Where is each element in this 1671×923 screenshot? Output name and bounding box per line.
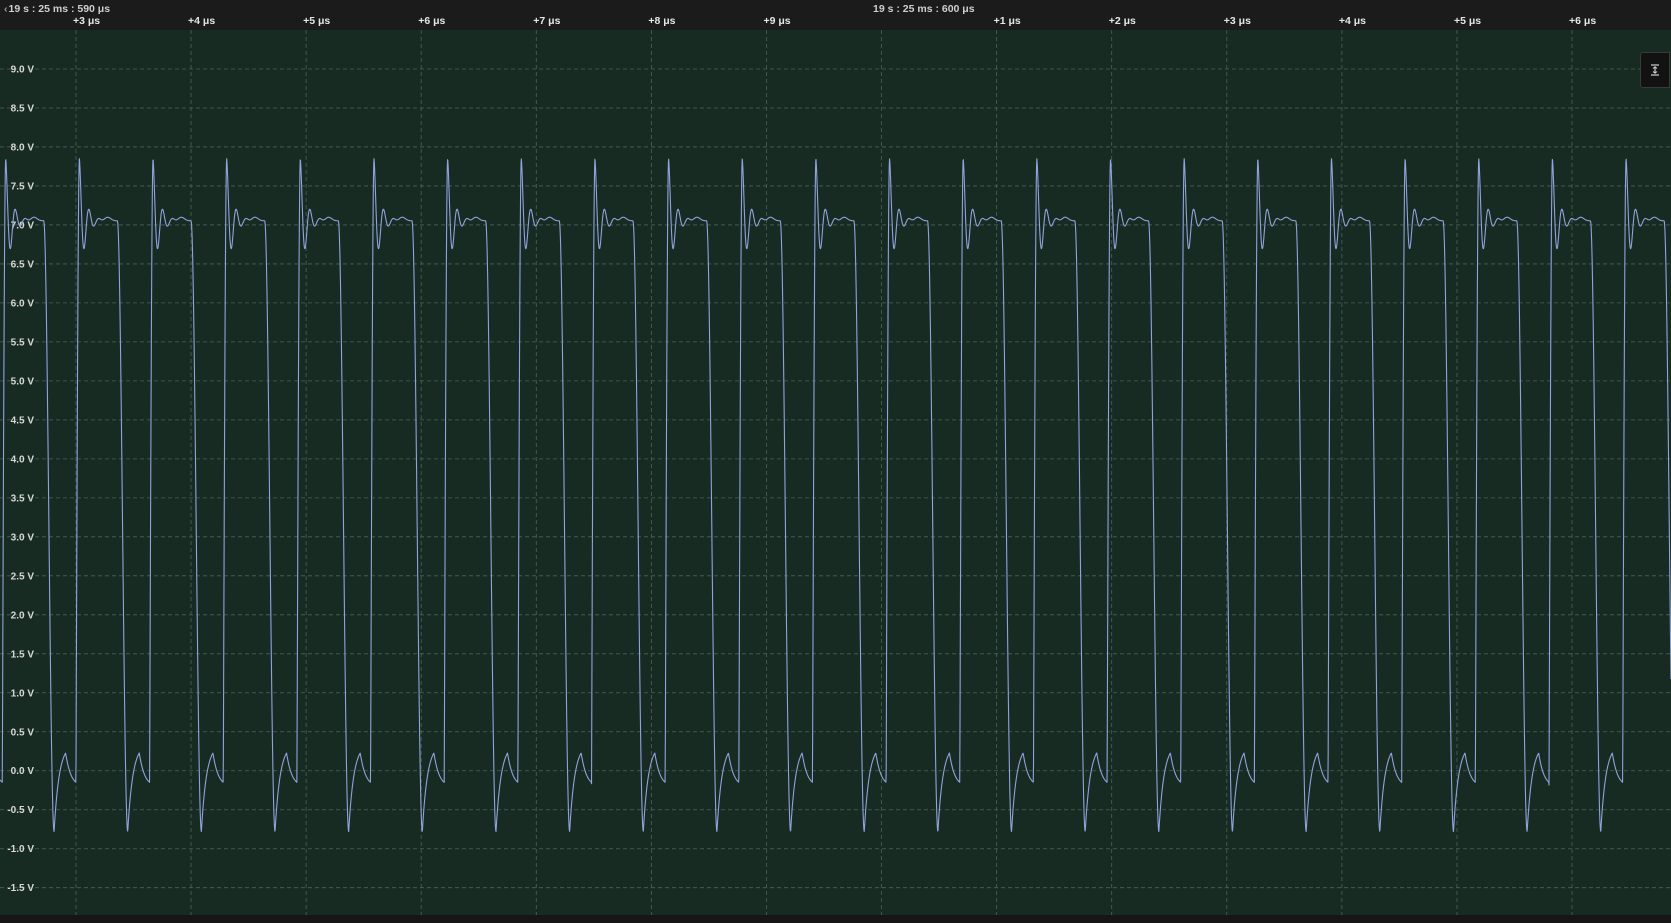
y-tick-label: 0.5 V <box>11 727 35 738</box>
time-tick-label: +1 μs <box>993 15 1021 27</box>
fit-vertical-icon <box>1651 64 1659 76</box>
y-tick-label: 1.0 V <box>11 688 35 699</box>
autoscale-button[interactable] <box>1640 52 1670 88</box>
y-tick-label: 6.0 V <box>11 298 35 309</box>
y-tick-label: 2.5 V <box>11 571 35 582</box>
y-tick-label: -1.5 V <box>7 883 34 894</box>
y-tick-label: 0.0 V <box>11 766 35 777</box>
y-tick-label: 4.0 V <box>11 454 35 465</box>
mid-absolute-time: 19 s : 25 ms : 600 μs <box>873 3 975 15</box>
y-tick-label: 5.0 V <box>11 376 35 387</box>
time-tick-label: +6 μs <box>1569 15 1597 27</box>
y-tick-label: 9.0 V <box>11 64 35 75</box>
time-tick-label: +7 μs <box>533 15 561 27</box>
y-tick-label: 2.0 V <box>11 610 35 621</box>
y-tick-label: 7.5 V <box>11 181 35 192</box>
waveform-plot[interactable]: 9.0 V8.5 V8.0 V7.5 V7.0 V6.5 V6.0 V5.5 V… <box>0 30 1671 915</box>
time-tick-label: +3 μs <box>72 15 101 27</box>
bottom-edge <box>0 915 1671 923</box>
y-tick-label: 8.0 V <box>11 142 35 153</box>
left-arrow-icon: ‹ <box>4 3 8 15</box>
time-tick-label: +5 μs <box>1453 15 1482 27</box>
y-tick-label: 1.5 V <box>11 649 35 660</box>
time-tick-label: +8 μs <box>648 15 676 27</box>
time-tick-label: +2 μs <box>1108 15 1136 27</box>
y-tick-label: 3.5 V <box>11 493 35 504</box>
y-tick-label: 4.5 V <box>11 415 35 426</box>
start-absolute-time: ‹19 s : 25 ms : 590 μs <box>4 3 110 15</box>
time-tick-label: +4 μs <box>1338 15 1367 27</box>
time-tick-label: +5 μs <box>303 15 331 27</box>
y-tick-label: -1.0 V <box>7 844 34 855</box>
time-tick-label: +6 μs <box>418 15 446 27</box>
time-tick-label: +3 μs <box>1223 15 1251 27</box>
y-tick-label: 8.5 V <box>11 103 35 114</box>
y-tick-label: 6.5 V <box>11 259 35 270</box>
time-tick-label: +9 μs <box>763 15 791 27</box>
timeline-header: ‹19 s : 25 ms : 590 μs 19 s : 25 ms : 60… <box>0 0 1671 31</box>
time-tick-label: +4 μs <box>188 15 216 27</box>
y-tick-label: 3.0 V <box>11 532 35 543</box>
y-tick-label: 5.5 V <box>11 337 35 348</box>
y-tick-label: -0.5 V <box>7 805 34 816</box>
plot-background <box>0 30 1671 915</box>
start-absolute-time-text: 19 s : 25 ms : 590 μs <box>8 3 111 15</box>
